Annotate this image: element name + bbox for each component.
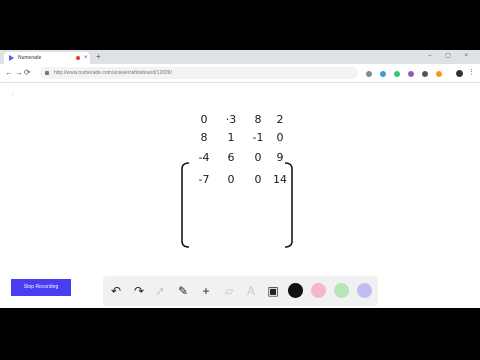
redo-icon[interactable]: ↷ xyxy=(131,283,147,299)
window-controls[interactable]: – ▢ × xyxy=(428,51,474,61)
matrix-entry: 9 xyxy=(276,151,284,164)
tab-strip: Numerade × + – ▢ × xyxy=(0,50,480,64)
matrix-entry: 2 xyxy=(276,113,284,126)
browser-tab[interactable]: Numerade × xyxy=(4,52,90,64)
color-swatch[interactable] xyxy=(288,283,303,298)
address-bar[interactable]: http://www.numerade.com/answer/whiteboar… xyxy=(40,67,358,79)
lock-icon xyxy=(45,71,49,75)
matrix-entry: 6 xyxy=(227,151,235,164)
color-swatch[interactable] xyxy=(311,283,326,298)
pen-icon[interactable]: ✎ xyxy=(175,283,191,299)
extension-icon-6[interactable] xyxy=(436,71,442,77)
matrix-entry: 14 xyxy=(273,173,287,186)
matrix-entry: 0 xyxy=(254,173,262,186)
stop-recording-button[interactable]: Stop Recording xyxy=(11,279,71,296)
tab-close-button[interactable]: × xyxy=(84,52,88,64)
browser-toolbar: ← → ⟳ http://www.numerade.com/answer/whi… xyxy=(0,64,480,83)
extension-icon-5[interactable] xyxy=(422,71,428,77)
color-swatch[interactable] xyxy=(357,283,372,298)
eraser-icon[interactable]: ▱ xyxy=(221,283,237,299)
color-swatch[interactable] xyxy=(334,283,349,298)
extension-icon-2[interactable] xyxy=(380,71,386,77)
new-tab-button[interactable]: + xyxy=(96,51,101,63)
matrix-entry: ·3 xyxy=(225,113,237,126)
matrix-entry: 1 xyxy=(227,131,235,144)
url-text: http://www.numerade.com/answer/whiteboar… xyxy=(54,70,172,76)
extension-icon-1[interactable] xyxy=(366,71,372,77)
whiteboard-toolbar: ↶ ↷ ➚ ✎ + ▱ A ▣ xyxy=(103,276,378,306)
matrix-entry: -7 xyxy=(198,173,210,186)
text-icon[interactable]: A xyxy=(243,283,259,299)
numerade-logo-icon xyxy=(9,55,14,61)
image-icon[interactable]: ▣ xyxy=(265,283,281,299)
matrix-brackets xyxy=(181,162,293,248)
undo-icon[interactable]: ↶ xyxy=(108,283,124,299)
add-icon[interactable]: + xyxy=(198,283,214,299)
matrix-entry: -4 xyxy=(198,151,210,164)
tab-title: Numerade xyxy=(18,55,42,61)
menu-button[interactable]: ⋮ xyxy=(468,68,475,78)
forward-button[interactable]: → xyxy=(15,67,23,79)
extension-icon-3[interactable] xyxy=(394,71,400,77)
matrix-entry: -1 xyxy=(252,131,264,144)
reload-button[interactable]: ⟳ xyxy=(24,67,31,79)
matrix-entry: 0 xyxy=(200,113,208,126)
back-button[interactable]: ← xyxy=(5,67,13,79)
cursor-icon[interactable]: ➚ xyxy=(152,283,168,299)
extension-icon-4[interactable] xyxy=(408,71,414,77)
left-bracket xyxy=(181,162,190,248)
matrix-entry: 0 xyxy=(276,131,284,144)
matrix-entry: 8 xyxy=(254,113,262,126)
page-margin-marker: › xyxy=(12,92,14,98)
recording-indicator-icon xyxy=(76,56,80,60)
matrix-entry: 0 xyxy=(254,151,262,164)
matrix-entry: 8 xyxy=(200,131,208,144)
matrix-entry: 0 xyxy=(227,173,235,186)
browser-window: Numerade × + – ▢ × ← → ⟳ http://www.nume… xyxy=(0,50,480,308)
profile-avatar[interactable] xyxy=(456,70,463,77)
